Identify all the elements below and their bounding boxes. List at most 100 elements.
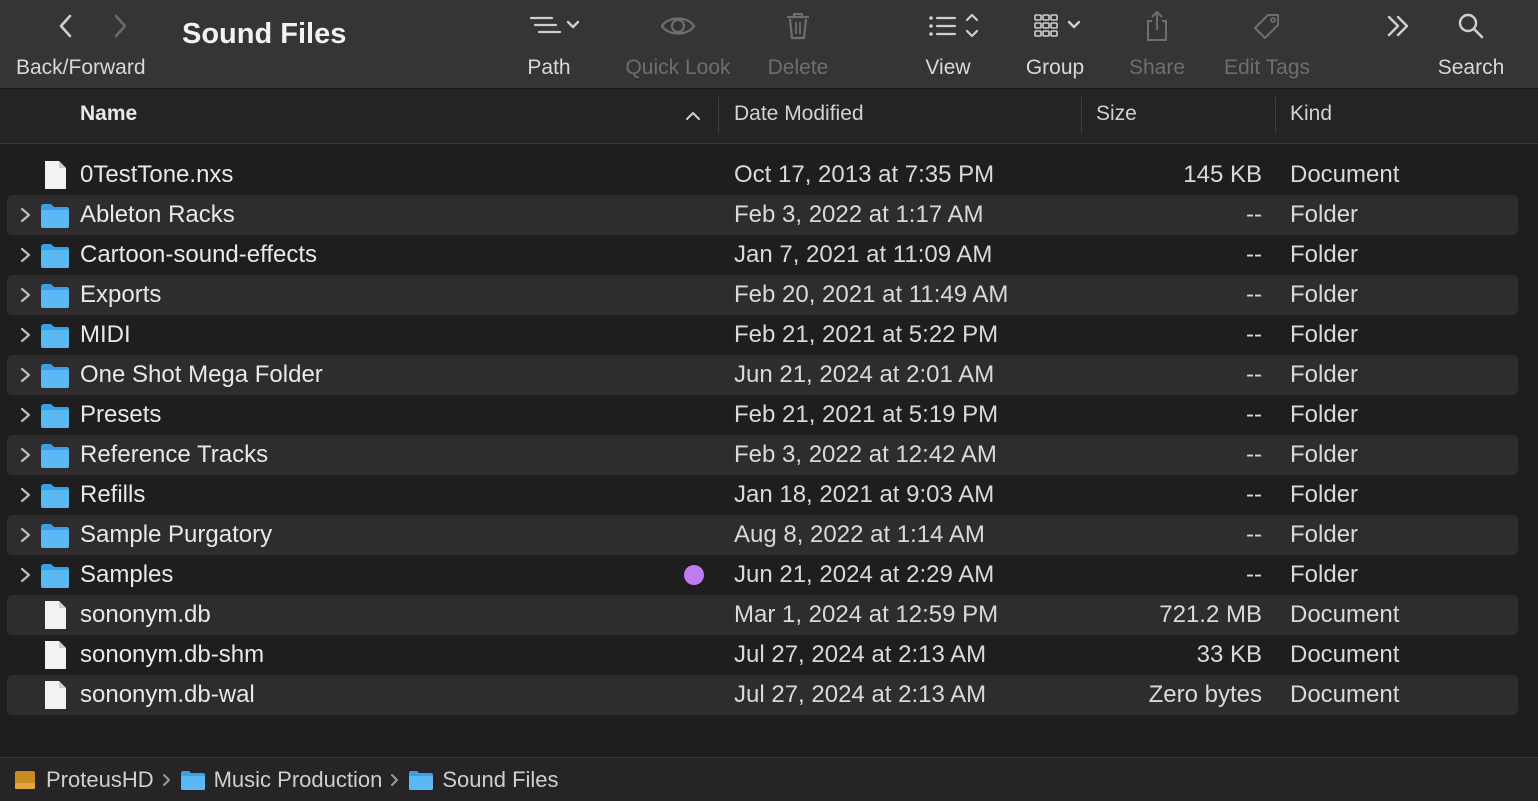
column-header-name[interactable]: Name — [80, 89, 710, 143]
file-name: Ableton Racks — [80, 201, 235, 228]
disclosure-triangle-icon[interactable] — [16, 275, 34, 315]
color-tag-dot — [684, 565, 704, 585]
file-row[interactable]: sononym.db-wal Jul 27, 2024 at 2:13 AM Zer… — [7, 675, 1518, 715]
folder-icon — [180, 768, 206, 792]
disclosure-triangle-icon[interactable] — [16, 475, 34, 515]
file-row[interactable]: sononym.db-shm Jul 27, 2024 at 2:13 AM 33 … — [7, 635, 1518, 675]
search-label: Search — [1437, 56, 1505, 79]
disclosure-triangle-icon[interactable] — [16, 555, 34, 595]
file-date-modified: Jul 27, 2024 at 2:13 AM — [734, 681, 987, 708]
disclosure-triangle-icon[interactable] — [16, 395, 34, 435]
column-divider[interactable] — [1081, 97, 1082, 133]
file-row[interactable]: Exports Feb 20, 2021 at 11:49 AM -- Folder — [7, 275, 1518, 315]
file-kind: Document — [1290, 641, 1400, 668]
path-button[interactable]: Path — [509, 0, 589, 88]
file-name: Samples — [80, 561, 174, 588]
file-date-modified: Jun 21, 2024 at 2:29 AM — [734, 561, 995, 588]
search-button[interactable]: Search — [1431, 0, 1511, 88]
file-date-modified: Mar 1, 2024 at 12:59 PM — [734, 601, 999, 628]
path-segment[interactable]: Sound Files — [408, 766, 559, 793]
path-segment-label: ProteusHD — [46, 766, 154, 792]
file-size: -- — [1246, 441, 1262, 468]
file-date-modified: Feb 3, 2022 at 1:17 AM — [734, 201, 984, 228]
folder-icon — [39, 560, 71, 590]
file-kind: Document — [1290, 601, 1400, 628]
double-chevron-right-icon — [1387, 15, 1409, 37]
drive-icon — [12, 768, 38, 792]
disclosure-triangle-icon[interactable] — [16, 435, 34, 475]
file-kind: Folder — [1290, 321, 1359, 348]
path-segment[interactable]: Music Production — [180, 766, 383, 793]
eye-icon — [660, 17, 696, 35]
file-row[interactable]: MIDI Feb 21, 2021 at 5:22 PM -- Folder — [7, 315, 1518, 355]
file-row[interactable]: Refills Jan 18, 2021 at 9:03 AM -- Folder — [7, 475, 1518, 515]
folder-icon — [39, 240, 71, 270]
folder-icon — [39, 520, 71, 550]
file-name: sononym.db — [80, 601, 211, 628]
column-divider[interactable] — [718, 97, 719, 133]
file-row[interactable]: 0TestTone.nxs Oct 17, 2013 at 7:35 PM 145 … — [7, 155, 1518, 195]
file-kind: Folder — [1290, 361, 1359, 388]
file-row[interactable]: Cartoon-sound-effects Jan 7, 2021 at 11:0… — [7, 235, 1518, 275]
file-name: Sample Purgatory — [80, 521, 273, 548]
file-size: Zero bytes — [1148, 681, 1262, 708]
document-icon — [39, 600, 71, 630]
back-forward-label: Back/Forward — [16, 56, 146, 79]
file-size: -- — [1246, 321, 1262, 348]
list-view-icon — [929, 13, 979, 38]
file-row[interactable]: One Shot Mega Folder Jun 21, 2024 at 2:01… — [7, 355, 1518, 395]
file-name: sononym.db-wal — [80, 681, 255, 708]
column-header-kind[interactable]: Kind — [1290, 89, 1332, 143]
share-button[interactable]: Share — [1117, 0, 1197, 88]
file-kind: Document — [1290, 161, 1400, 188]
file-kind: Document — [1290, 681, 1400, 708]
share-label: Share — [1128, 56, 1186, 79]
sort-ascending-icon — [686, 112, 700, 120]
path-segment[interactable]: ProteusHD — [12, 767, 154, 793]
column-header-size[interactable]: Size — [1096, 89, 1137, 143]
toolbar: Back/Forward Sound Files Path Quick Look — [0, 0, 1538, 89]
path-bar: ProteusHD Music Production Sound Files — [0, 757, 1538, 801]
file-row[interactable]: Samples Jun 21, 2024 at 2:29 AM -- Folder — [7, 555, 1518, 595]
folder-icon — [39, 360, 71, 390]
path-label: Path — [527, 56, 571, 79]
toolbar-overflow-button[interactable] — [1377, 0, 1419, 88]
disclosure-triangle-icon[interactable] — [16, 195, 34, 235]
folder-icon — [39, 480, 71, 510]
file-date-modified: Aug 8, 2022 at 1:14 AM — [734, 521, 985, 548]
document-icon — [39, 640, 71, 670]
view-button[interactable]: View — [908, 0, 988, 88]
column-divider[interactable] — [1275, 97, 1276, 133]
document-icon — [39, 160, 71, 190]
disclosure-triangle-icon[interactable] — [16, 315, 34, 355]
path-separator-icon — [390, 767, 400, 793]
column-header-bar: Name Date Modified Size Kind — [0, 89, 1538, 144]
back-button[interactable] — [52, 11, 82, 41]
file-name: Refills — [80, 481, 146, 508]
file-date-modified: Feb 3, 2022 at 12:42 AM — [734, 441, 997, 468]
edit-tags-button[interactable]: Edit Tags — [1212, 0, 1322, 88]
file-row[interactable]: Sample Purgatory Aug 8, 2022 at 1:14 AM --… — [7, 515, 1518, 555]
file-name: sononym.db-shm — [80, 641, 265, 668]
path-segment-label: Sound Files — [442, 766, 559, 792]
file-row[interactable]: Presets Feb 21, 2021 at 5:19 PM -- Folder — [7, 395, 1518, 435]
folder-icon — [39, 400, 71, 430]
forward-button[interactable] — [104, 11, 134, 41]
group-button[interactable]: Group — [1014, 0, 1096, 88]
delete-button[interactable]: Delete — [758, 0, 838, 88]
folder-icon — [39, 200, 71, 230]
document-icon — [39, 680, 71, 710]
quick-look-button[interactable]: Quick Look — [614, 0, 742, 88]
path-segment-label: Music Production — [213, 766, 383, 792]
file-row[interactable]: sononym.db Mar 1, 2024 at 12:59 PM 721.2 M… — [7, 595, 1518, 635]
column-header-date[interactable]: Date Modified — [734, 89, 864, 143]
disclosure-triangle-icon[interactable] — [16, 515, 34, 555]
share-icon — [1147, 11, 1167, 41]
file-row[interactable]: Ableton Racks Feb 3, 2022 at 1:17 AM -- Fol… — [7, 195, 1518, 235]
file-size: -- — [1246, 481, 1262, 508]
chevron-right-icon — [114, 14, 127, 38]
file-row[interactable]: Reference Tracks Feb 3, 2022 at 12:42 AM -… — [7, 435, 1518, 475]
disclosure-triangle-icon[interactable] — [16, 235, 34, 275]
disclosure-triangle-icon[interactable] — [16, 355, 34, 395]
file-date-modified: Jul 27, 2024 at 2:13 AM — [734, 641, 987, 668]
